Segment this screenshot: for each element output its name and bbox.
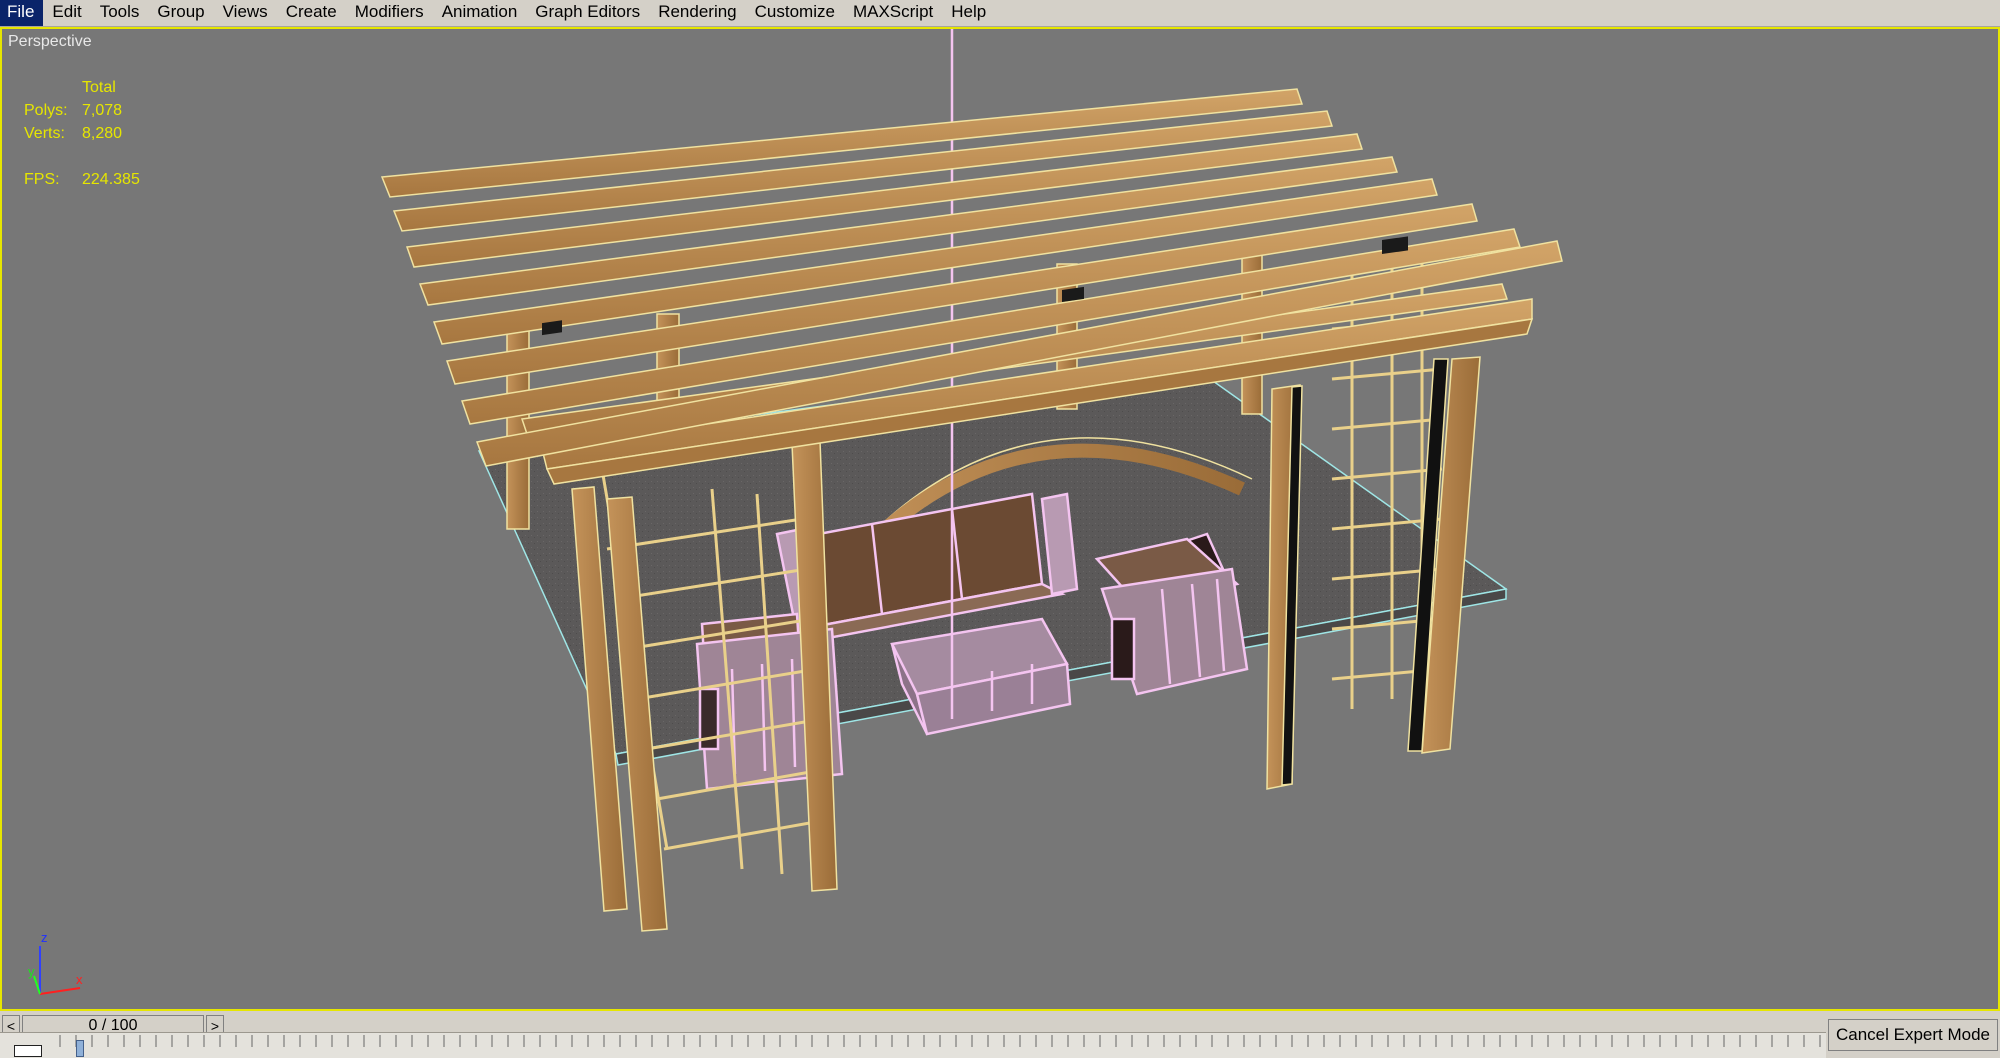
- menu-rendering[interactable]: Rendering: [649, 0, 745, 26]
- menu-customize[interactable]: Customize: [746, 0, 844, 26]
- stats-header: Total: [82, 79, 116, 96]
- menu-views[interactable]: Views: [214, 0, 277, 26]
- axis-y-label: y: [28, 964, 35, 979]
- fps-label: FPS:: [24, 171, 60, 188]
- verts-label: Verts:: [24, 125, 65, 142]
- menu-tools[interactable]: Tools: [91, 0, 149, 26]
- menu-help[interactable]: Help: [942, 0, 995, 26]
- cancel-expert-mode-button[interactable]: Cancel Expert Mode: [1828, 1019, 1998, 1051]
- current-frame-marker[interactable]: [76, 1040, 84, 1057]
- key-icon[interactable]: [14, 1045, 42, 1057]
- scene-render[interactable]: [2, 29, 1998, 1009]
- menu-graph-editors[interactable]: Graph Editors: [526, 0, 649, 26]
- track-bar[interactable]: [0, 1032, 1826, 1058]
- menu-bar: File Edit Tools Group Views Create Modifiers An…: [0, 0, 2000, 27]
- polys-label: Polys:: [24, 102, 68, 119]
- axis-z-label: z: [41, 930, 48, 945]
- menu-file[interactable]: File: [0, 0, 44, 26]
- track-bar-ticks: [59, 1035, 1821, 1047]
- perspective-viewport[interactable]: Perspective Total Polys: 7,078 Verts: 8,28…: [0, 27, 2000, 1011]
- menu-create[interactable]: Create: [277, 0, 346, 26]
- axis-tripod-icon: z y x: [28, 930, 83, 995]
- menu-modifiers[interactable]: Modifiers: [346, 0, 433, 26]
- viewport-label[interactable]: Perspective: [8, 33, 92, 51]
- menu-maxscript[interactable]: MAXScript: [844, 0, 942, 26]
- verts-value: 8,280: [82, 125, 123, 142]
- menu-animation[interactable]: Animation: [433, 0, 527, 26]
- menu-group[interactable]: Group: [148, 0, 213, 26]
- fps-value: 224.385: [82, 171, 140, 188]
- menu-edit[interactable]: Edit: [43, 0, 90, 26]
- axis-x-label: x: [76, 972, 83, 987]
- polys-value: 7,078: [82, 102, 123, 119]
